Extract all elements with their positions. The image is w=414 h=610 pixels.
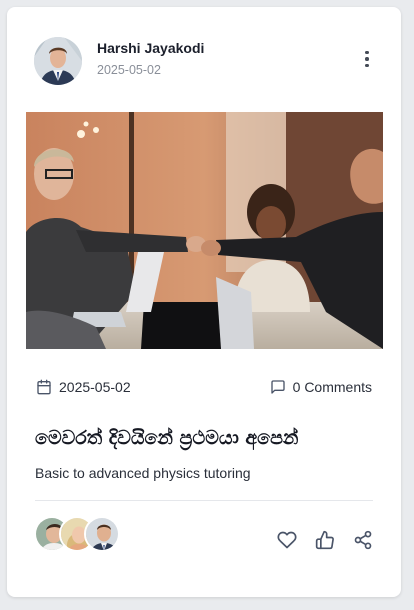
share-icon[interactable] (353, 530, 373, 550)
author-date: 2025-05-02 (97, 63, 161, 77)
post-date-text: 2025-05-02 (59, 379, 131, 395)
more-vertical-icon (365, 50, 369, 55)
comments-link[interactable]: 0 Comments (270, 379, 372, 395)
post-image[interactable] (26, 112, 383, 349)
post-title[interactable]: මෙවරත් දිවයිනේ ප්‍රථමයා අපෙන් (35, 427, 298, 449)
author-name[interactable]: Harshi Jayakodi (97, 40, 204, 56)
post-actions (277, 530, 373, 550)
post-date: 2025-05-02 (36, 379, 131, 395)
divider (35, 500, 373, 501)
comments-count: 0 Comments (292, 379, 372, 395)
post-card: Harshi Jayakodi 2025-05-02 2025-05-02 0 … (7, 7, 401, 597)
comment-icon (270, 380, 285, 394)
post-description: Basic to advanced physics tutoring (35, 465, 251, 481)
heart-icon[interactable] (277, 530, 297, 550)
participant-avatar-3[interactable] (84, 516, 120, 552)
thumbs-up-icon[interactable] (315, 530, 335, 550)
calendar-icon (37, 379, 51, 395)
more-options-button[interactable] (357, 47, 377, 71)
more-vertical-icon-dot (365, 57, 369, 61)
more-vertical-icon-dot (365, 63, 369, 68)
author-avatar[interactable] (34, 37, 82, 85)
